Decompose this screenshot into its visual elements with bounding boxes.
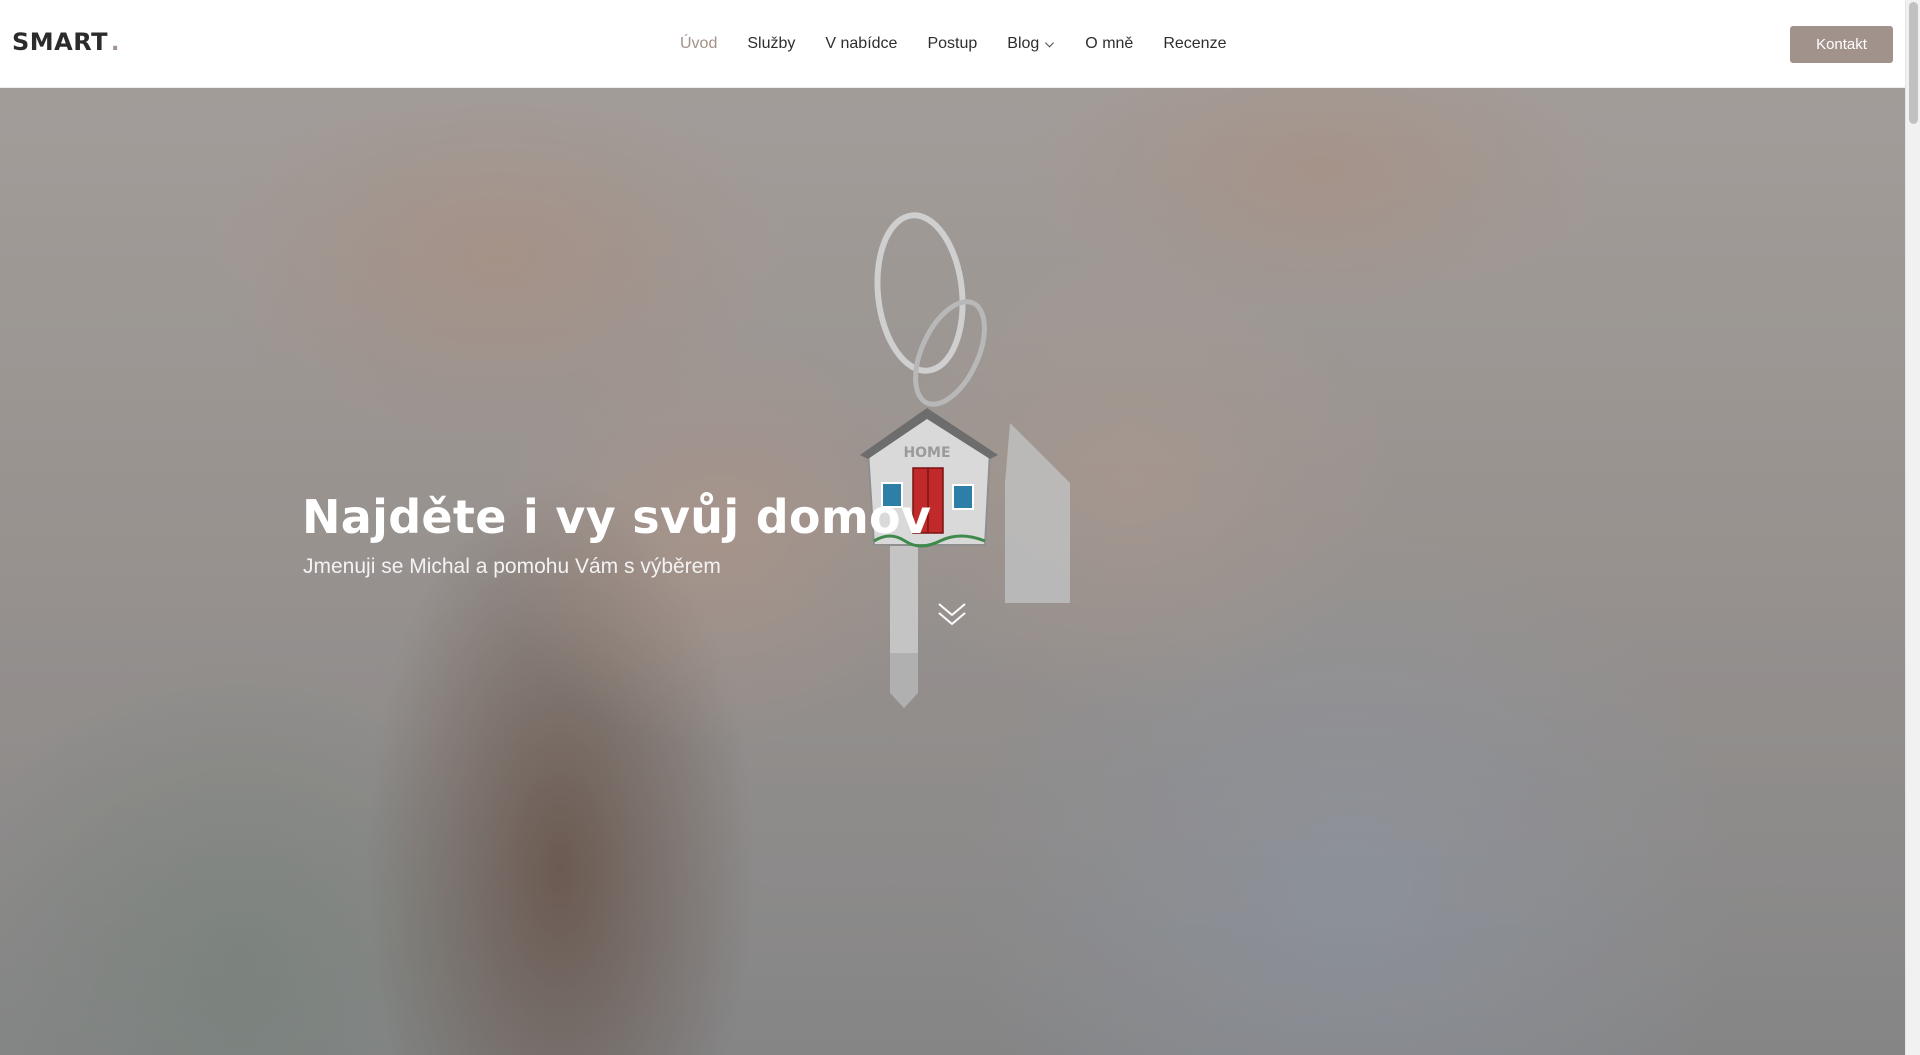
nav-item-uvod[interactable]: Úvod: [680, 35, 717, 53]
nav-item-recenze[interactable]: Recenze: [1163, 35, 1226, 53]
logo-dot: .: [111, 31, 120, 56]
main-nav: Úvod Služby V nabídce Postup Blog O mně …: [680, 0, 1256, 88]
nav-item-blog[interactable]: Blog: [1007, 35, 1055, 53]
hero-subtitle: Jmenuji se Michal a pomohu Vám s výběrem: [303, 555, 721, 578]
hero-section: HOME Najděte i vy svůj domov Jmenuji se …: [0, 88, 1905, 1055]
chevron-down-icon: [1045, 41, 1055, 48]
nav-item-o-mne[interactable]: O mně: [1085, 35, 1133, 53]
house-key-image: HOME: [860, 212, 1070, 708]
logo-text: SMART: [12, 28, 109, 56]
scrollbar-thumb[interactable]: [1909, 2, 1918, 124]
page-scrollbar[interactable]: [1905, 0, 1920, 1055]
nav-item-v-nabidce[interactable]: V nabídce: [825, 35, 897, 53]
keychain-text: HOME: [903, 445, 950, 461]
logo[interactable]: SMART.: [12, 28, 120, 56]
double-chevron-down-icon[interactable]: [935, 598, 969, 632]
nav-item-blog-label: Blog: [1007, 35, 1040, 52]
nav-item-postup[interactable]: Postup: [927, 35, 977, 53]
contact-button[interactable]: Kontakt: [1790, 26, 1893, 63]
hero-title: Najděte i vy svůj domov: [302, 490, 932, 544]
site-header: SMART. Úvod Služby V nabídce Postup Blog…: [0, 0, 1905, 88]
nav-item-sluzby[interactable]: Služby: [747, 35, 795, 53]
